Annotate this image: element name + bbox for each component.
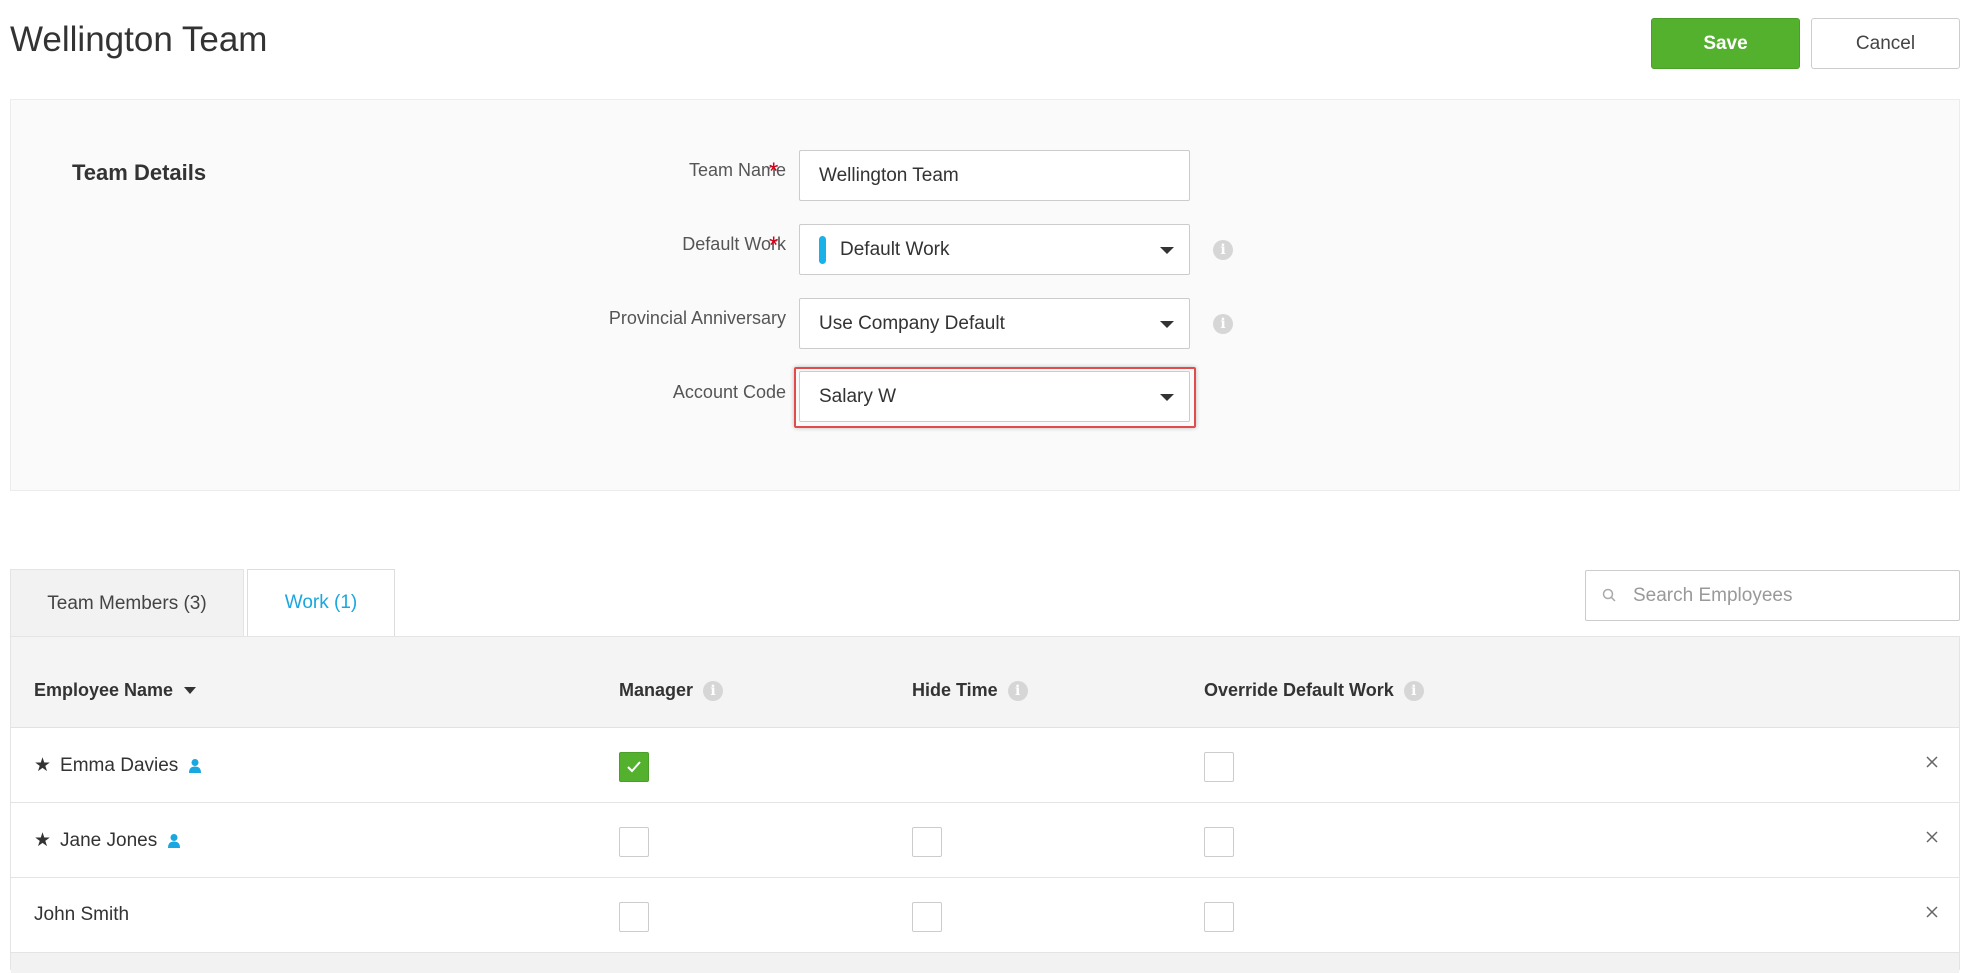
- default-work-value: Default Work: [840, 238, 950, 260]
- override-default-work-checkbox[interactable]: [1204, 827, 1234, 857]
- employee-name: Emma Davies: [60, 754, 179, 776]
- page-title: Wellington Team: [10, 20, 268, 59]
- star-icon: ★: [34, 755, 52, 776]
- column-hide-time-label: Hide Time: [912, 680, 998, 700]
- provincial-anniversary-select[interactable]: Use Company Default: [799, 298, 1190, 349]
- info-icon[interactable]: i: [1403, 680, 1424, 701]
- close-icon[interactable]: [1925, 905, 1939, 919]
- manager-checkbox[interactable]: [619, 902, 649, 932]
- info-icon[interactable]: i: [1213, 240, 1233, 260]
- manager-checkbox[interactable]: [619, 827, 649, 857]
- employee-name: Jane Jones: [60, 829, 158, 851]
- employee-name-cell: John Smith: [34, 904, 129, 926]
- column-hide-time: Hide Time i: [912, 680, 1028, 701]
- account-code-highlight: [794, 367, 1196, 428]
- checkmark-icon: [627, 761, 641, 773]
- work-color-swatch: [819, 235, 826, 264]
- hide-time-checkbox[interactable]: [912, 827, 942, 857]
- star-icon: ★: [34, 830, 52, 851]
- column-override-default-work: Override Default Work i: [1204, 680, 1424, 701]
- column-employee-name-label: Employee Name: [34, 680, 174, 700]
- table-footer: [11, 953, 1959, 973]
- team-name-value: Wellington Team: [819, 164, 959, 186]
- search-employees-box[interactable]: [1585, 570, 1960, 621]
- provincial-anniversary-value: Use Company Default: [819, 312, 1005, 334]
- employee-name: John Smith: [34, 904, 130, 925]
- override-default-work-checkbox[interactable]: [1204, 752, 1234, 782]
- user-icon: [168, 833, 181, 848]
- tab-work[interactable]: Work (1): [247, 569, 395, 637]
- manager-checkbox[interactable]: [619, 752, 649, 782]
- team-members-table: Employee Name Manager i Hide Time i Over…: [10, 636, 1960, 973]
- tab-team-members[interactable]: Team Members (3): [10, 569, 244, 637]
- column-employee-name[interactable]: Employee Name: [34, 680, 197, 701]
- provincial-anniversary-label: Provincial Anniversary: [608, 308, 786, 328]
- default-work-select[interactable]: Default Work: [799, 224, 1190, 275]
- info-icon[interactable]: i: [1213, 314, 1233, 334]
- column-manager-label: Manager: [619, 680, 694, 700]
- employee-name-cell: ★ Jane Jones: [34, 829, 181, 852]
- user-icon: [189, 758, 202, 773]
- info-icon[interactable]: i: [1007, 680, 1028, 701]
- section-title-team-details: Team Details: [72, 160, 207, 185]
- chevron-down-icon: [1160, 321, 1174, 328]
- close-icon[interactable]: [1925, 830, 1939, 844]
- account-code-label: Account Code: [672, 382, 786, 402]
- table-header: Employee Name Manager i Hide Time i Over…: [11, 637, 1959, 728]
- override-default-work-checkbox[interactable]: [1204, 902, 1234, 932]
- table-row: ★ Emma Davies: [11, 728, 1959, 803]
- search-icon: [1602, 588, 1616, 602]
- table-row: John Smith: [11, 878, 1959, 953]
- search-input[interactable]: [1631, 583, 1941, 608]
- column-override-default-work-label: Override Default Work: [1204, 680, 1394, 700]
- sort-down-icon[interactable]: [184, 687, 197, 694]
- column-manager: Manager i: [619, 680, 724, 701]
- default-work-required-marker: *: [769, 232, 779, 259]
- employee-name-cell: ★ Emma Davies: [34, 754, 202, 777]
- team-name-input[interactable]: Wellington Team: [799, 150, 1190, 201]
- info-icon[interactable]: i: [703, 680, 724, 701]
- chevron-down-icon: [1160, 247, 1174, 254]
- save-button[interactable]: Save: [1651, 18, 1800, 69]
- close-icon[interactable]: [1925, 755, 1939, 769]
- hide-time-checkbox[interactable]: [912, 902, 942, 932]
- team-name-required-marker: *: [769, 158, 779, 185]
- table-row: ★ Jane Jones: [11, 803, 1959, 878]
- cancel-button[interactable]: Cancel: [1811, 18, 1960, 69]
